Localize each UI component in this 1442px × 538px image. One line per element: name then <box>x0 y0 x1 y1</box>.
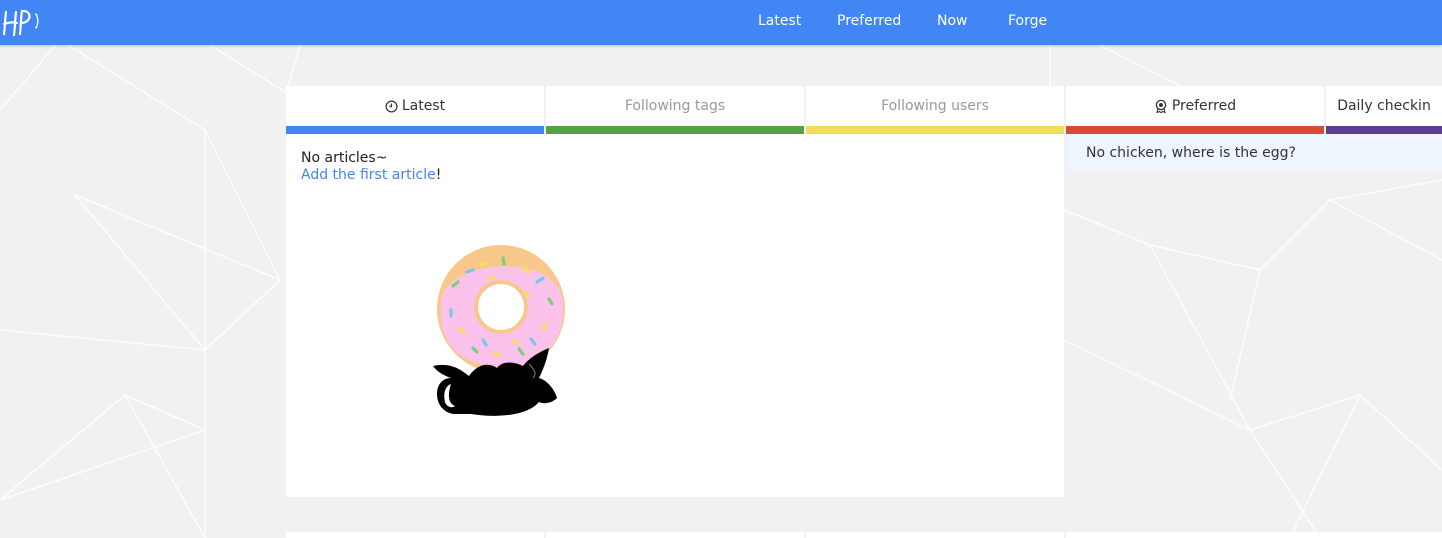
empty-state-cta: Add the first article! <box>301 167 441 183</box>
next-card-strip-4 <box>1066 532 1442 538</box>
tab-daily-checkin-label: Daily checkin <box>1337 98 1431 114</box>
next-card-strip-1 <box>286 532 544 538</box>
tab-following-users[interactable]: Following users <box>806 86 1064 134</box>
next-card-strip-2 <box>546 532 804 538</box>
tab-daily-checkin[interactable]: Daily checkin <box>1326 86 1442 134</box>
preferred-panel: No chicken, where is the egg? <box>1066 134 1442 170</box>
tab-preferred-bar <box>1066 126 1324 134</box>
nav-forge[interactable]: Forge <box>1008 13 1047 29</box>
tab-preferred[interactable]: Preferred <box>1066 86 1324 134</box>
tab-daily-checkin-bar <box>1326 126 1442 134</box>
tab-following-users-label: Following users <box>881 98 989 114</box>
nav-now[interactable]: Now <box>937 13 968 29</box>
tab-latest-bar <box>286 126 544 134</box>
badge-icon <box>1155 99 1167 113</box>
clock-icon <box>385 100 398 112</box>
add-link-suffix: ! <box>435 167 442 183</box>
tab-following-tags-label: Following tags <box>624 98 726 114</box>
preferred-empty-message: No chicken, where is the egg? <box>1086 145 1296 161</box>
tab-following-users-bar <box>806 126 1064 134</box>
nav-preferred[interactable]: Preferred <box>837 13 901 29</box>
tab-latest[interactable]: Latest <box>286 86 544 134</box>
add-first-article-link[interactable]: Add the first article <box>301 167 436 183</box>
empty-state-title: No articles~ <box>301 150 388 166</box>
donut-cat-illustration <box>433 245 565 416</box>
tab-preferred-label: Preferred <box>1171 98 1237 114</box>
top-navbar: Latest Preferred Now Forge <box>0 0 1442 45</box>
tab-following-tags-bar <box>546 126 804 134</box>
tab-latest-label: Latest <box>401 98 446 114</box>
next-card-strip-3 <box>806 532 1064 538</box>
nav-latest[interactable]: Latest <box>758 13 801 29</box>
site-logo[interactable] <box>0 4 46 40</box>
article-list-panel: No articles~ Add the first article! <box>286 134 1064 497</box>
tab-following-tags[interactable]: Following tags <box>546 86 804 134</box>
